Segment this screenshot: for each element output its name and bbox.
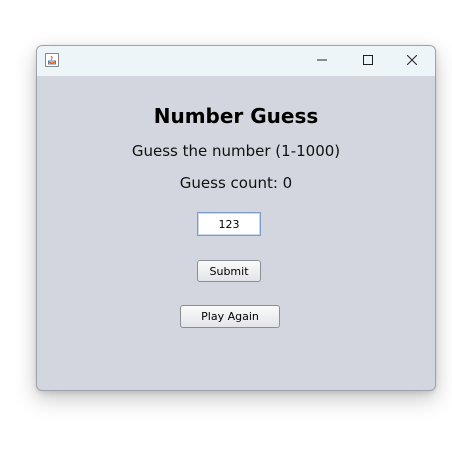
- guess-count-label: Guess count: 0: [179, 174, 293, 192]
- page-title: Number Guess: [153, 104, 319, 128]
- close-button[interactable]: [389, 46, 435, 76]
- play-again-button[interactable]: Play Again: [180, 305, 280, 328]
- submit-button[interactable]: Submit: [197, 260, 261, 282]
- minimize-icon: [317, 52, 327, 70]
- maximize-icon: [363, 52, 373, 70]
- java-icon[interactable]: [45, 53, 59, 67]
- app-window: Number Guess Guess the number (1-1000) G…: [36, 45, 436, 391]
- maximize-button[interactable]: [345, 46, 391, 76]
- title-bar[interactable]: [37, 46, 435, 76]
- guess-input[interactable]: [197, 212, 261, 236]
- instructions-label: Guess the number (1-1000): [131, 142, 341, 160]
- main-panel: Number Guess Guess the number (1-1000) G…: [37, 76, 435, 390]
- minimize-button[interactable]: [299, 46, 345, 76]
- close-icon: [406, 52, 418, 70]
